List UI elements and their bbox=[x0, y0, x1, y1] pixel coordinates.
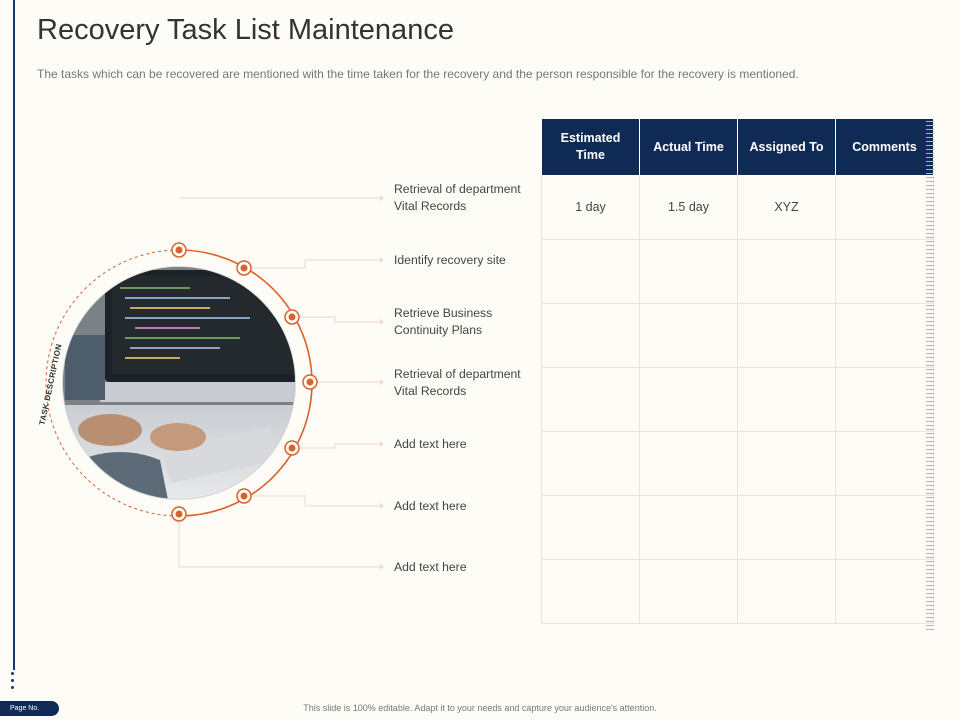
table-cell bbox=[737, 367, 836, 432]
table-cell bbox=[835, 239, 934, 304]
table-row bbox=[541, 495, 934, 560]
task-item: Add text here bbox=[394, 437, 467, 451]
table-row bbox=[541, 303, 934, 368]
table-cell bbox=[737, 303, 836, 368]
decorative-ruler bbox=[926, 121, 934, 633]
table-cell bbox=[541, 495, 640, 560]
recovery-table: Estimated Time Actual Time Assigned To Co… bbox=[541, 118, 934, 624]
table-cell bbox=[835, 303, 934, 368]
task-item: Retrieval of department Vital Records bbox=[394, 367, 521, 398]
table-cell bbox=[639, 431, 738, 496]
task-item: Retrieval of department Vital Records bbox=[394, 182, 521, 213]
table-cell bbox=[835, 431, 934, 496]
table-cell: XYZ bbox=[737, 175, 836, 240]
table-cell bbox=[639, 367, 738, 432]
table-cell bbox=[835, 559, 934, 624]
task-item: Add text here bbox=[394, 560, 467, 574]
table-row: 1 day 1.5 day XYZ bbox=[541, 175, 934, 240]
table-row bbox=[541, 239, 934, 304]
task-item: Add text here bbox=[394, 499, 467, 513]
table-header-row: Estimated Time Actual Time Assigned To Co… bbox=[541, 118, 934, 176]
column-header-actual-time: Actual Time bbox=[639, 118, 738, 176]
table-cell bbox=[541, 431, 640, 496]
table-cell bbox=[541, 303, 640, 368]
table-cell bbox=[639, 559, 738, 624]
table-cell bbox=[639, 495, 738, 560]
table-cell bbox=[835, 367, 934, 432]
table-cell bbox=[639, 303, 738, 368]
table-cell bbox=[541, 239, 640, 304]
table-cell bbox=[541, 367, 640, 432]
table-cell bbox=[737, 559, 836, 624]
computer-photo bbox=[63, 267, 295, 499]
column-header-assigned-to: Assigned To bbox=[737, 118, 836, 176]
table-cell: 1.5 day bbox=[639, 175, 738, 240]
task-item: Identify recovery site bbox=[394, 253, 506, 267]
table-row bbox=[541, 367, 934, 432]
table-cell bbox=[541, 559, 640, 624]
task-item: Retrieve Business Continuity Plans bbox=[394, 306, 493, 337]
column-header-estimated-time: Estimated Time bbox=[541, 118, 640, 176]
table-cell bbox=[737, 495, 836, 560]
side-label: TASK DESCRIPTION bbox=[38, 343, 64, 426]
table-cell bbox=[835, 175, 934, 240]
column-header-comments: Comments bbox=[835, 118, 934, 176]
table-row bbox=[541, 431, 934, 496]
table-cell bbox=[737, 239, 836, 304]
table-row bbox=[541, 559, 934, 624]
connector-arrows bbox=[380, 195, 384, 570]
table-cell: 1 day bbox=[541, 175, 640, 240]
table-cell bbox=[737, 431, 836, 496]
footer-note: This slide is 100% editable. Adapt it to… bbox=[303, 703, 657, 713]
table-cell bbox=[639, 239, 738, 304]
table-cell bbox=[835, 495, 934, 560]
